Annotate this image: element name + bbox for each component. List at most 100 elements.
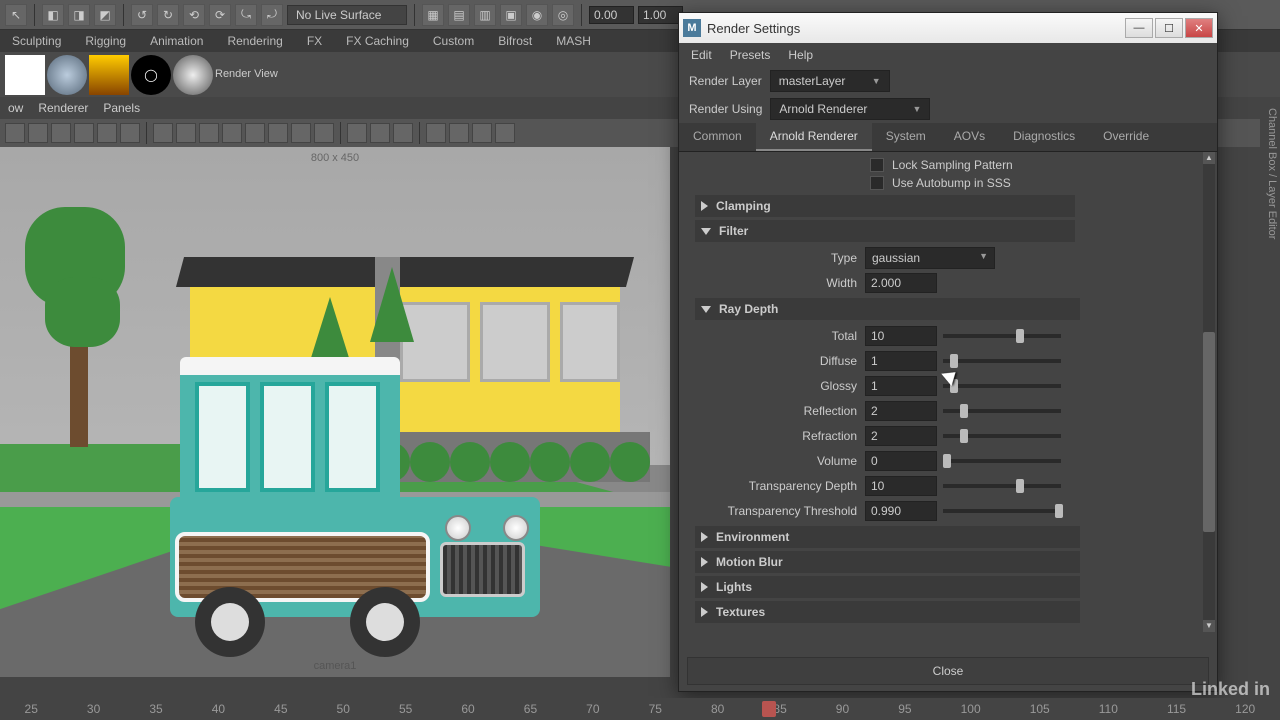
section-textures[interactable]: Textures — [695, 601, 1080, 623]
trans-depth-slider[interactable] — [943, 484, 1061, 488]
vp-btn[interactable] — [495, 123, 515, 143]
vp-btn[interactable] — [370, 123, 390, 143]
panel-menu[interactable]: ow — [8, 101, 23, 115]
shelf-tab[interactable]: Rendering — [215, 30, 294, 52]
vp-btn[interactable] — [120, 123, 140, 143]
vp-btn[interactable] — [153, 123, 173, 143]
tool-icon[interactable]: ⤾ — [261, 4, 283, 26]
volume-slider[interactable] — [943, 459, 1061, 463]
shelf-tab[interactable]: Custom — [421, 30, 486, 52]
shelf-icon[interactable] — [47, 55, 87, 95]
tool-icon[interactable]: ↻ — [157, 4, 179, 26]
diffuse-slider[interactable] — [943, 359, 1061, 363]
vp-btn[interactable] — [449, 123, 469, 143]
glossy-input[interactable] — [865, 376, 937, 396]
refraction-input[interactable] — [865, 426, 937, 446]
tab-system[interactable]: System — [872, 123, 940, 151]
filter-type-dropdown[interactable]: gaussian▼ — [865, 247, 995, 269]
glossy-slider[interactable] — [943, 384, 1061, 388]
section-filter[interactable]: Filter — [695, 220, 1075, 242]
menu-help[interactable]: Help — [788, 48, 813, 62]
tool-icon[interactable]: ▤ — [448, 4, 470, 26]
shelf-tab[interactable]: Sculpting — [0, 30, 73, 52]
vp-btn[interactable] — [176, 123, 196, 143]
trans-thresh-input[interactable] — [865, 501, 937, 521]
tool-icon[interactable]: ◉ — [526, 4, 548, 26]
lock-sampling-checkbox[interactable] — [870, 158, 884, 172]
tab-override[interactable]: Override — [1089, 123, 1163, 151]
menu-presets[interactable]: Presets — [730, 48, 771, 62]
tool-icon[interactable]: ↖ — [5, 4, 27, 26]
live-surface-dropdown[interactable]: No Live Surface — [287, 5, 407, 25]
menu-edit[interactable]: Edit — [691, 48, 712, 62]
vp-btn[interactable] — [393, 123, 413, 143]
scroll-down-icon[interactable]: ▼ — [1203, 620, 1215, 632]
vp-btn[interactable] — [245, 123, 265, 143]
section-lights[interactable]: Lights — [695, 576, 1080, 598]
trans-depth-input[interactable] — [865, 476, 937, 496]
tool-icon[interactable]: ◧ — [42, 4, 64, 26]
reflection-input[interactable] — [865, 401, 937, 421]
dialog-title-bar[interactable]: M Render Settings — ☐ ✕ — [679, 13, 1217, 43]
tool-icon[interactable]: ⟳ — [209, 4, 231, 26]
vp-btn[interactable] — [472, 123, 492, 143]
tool-icon[interactable]: ▦ — [422, 4, 444, 26]
section-clamping[interactable]: Clamping — [695, 195, 1075, 217]
minimize-button[interactable]: — — [1125, 18, 1153, 38]
vp-btn[interactable] — [347, 123, 367, 143]
right-panel-tabs[interactable]: Channel Box / Layer Editor — [1260, 100, 1280, 500]
shelf-icon[interactable]: ◯ — [131, 55, 171, 95]
vp-btn[interactable] — [426, 123, 446, 143]
autobump-checkbox[interactable] — [870, 176, 884, 190]
shelf-tab[interactable]: FX Caching — [334, 30, 421, 52]
close-window-button[interactable]: ✕ — [1185, 18, 1213, 38]
vp-btn[interactable] — [268, 123, 288, 143]
render-view-label[interactable]: Render View — [215, 68, 278, 80]
section-motion-blur[interactable]: Motion Blur — [695, 551, 1080, 573]
tab-aovs[interactable]: AOVs — [940, 123, 999, 151]
section-environment[interactable]: Environment — [695, 526, 1080, 548]
total-slider[interactable] — [943, 334, 1061, 338]
shelf-icon[interactable] — [5, 55, 45, 95]
render-using-dropdown[interactable]: Arnold Renderer▼ — [770, 98, 930, 120]
shelf-tab[interactable]: MASH — [544, 30, 603, 52]
vp-btn[interactable] — [291, 123, 311, 143]
volume-input[interactable] — [865, 451, 937, 471]
panel-menu[interactable]: Renderer — [38, 101, 88, 115]
time-field-a[interactable] — [589, 6, 634, 24]
tool-icon[interactable]: ◨ — [68, 4, 90, 26]
vp-btn[interactable] — [5, 123, 25, 143]
tool-icon[interactable]: ⟲ — [183, 4, 205, 26]
shelf-tab[interactable]: FX — [295, 30, 334, 52]
vp-btn[interactable] — [199, 123, 219, 143]
tab-common[interactable]: Common — [679, 123, 756, 151]
tool-icon[interactable]: ▣ — [500, 4, 522, 26]
filter-width-input[interactable] — [865, 273, 937, 293]
tool-icon[interactable]: ↺ — [131, 4, 153, 26]
total-input[interactable] — [865, 326, 937, 346]
section-ray-depth[interactable]: Ray Depth — [695, 298, 1080, 320]
vp-btn[interactable] — [28, 123, 48, 143]
timeline-cursor[interactable] — [762, 701, 776, 717]
time-field-b[interactable] — [638, 6, 683, 24]
tab-diagnostics[interactable]: Diagnostics — [999, 123, 1089, 151]
scroll-up-icon[interactable]: ▲ — [1203, 152, 1215, 164]
trans-thresh-slider[interactable] — [943, 509, 1061, 513]
shelf-tab[interactable]: Animation — [138, 30, 215, 52]
vp-btn[interactable] — [51, 123, 71, 143]
tool-icon[interactable]: ◎ — [552, 4, 574, 26]
shelf-tab[interactable]: Bifrost — [486, 30, 544, 52]
panel-menu[interactable]: Panels — [103, 101, 140, 115]
vp-btn[interactable] — [222, 123, 242, 143]
viewport-3d[interactable]: 800 x 450 camera1 — [0, 147, 670, 677]
refraction-slider[interactable] — [943, 434, 1061, 438]
reflection-slider[interactable] — [943, 409, 1061, 413]
shelf-icon[interactable] — [89, 55, 129, 95]
vp-btn[interactable] — [314, 123, 334, 143]
shelf-tab[interactable]: Rigging — [73, 30, 138, 52]
render-layer-dropdown[interactable]: masterLayer▼ — [770, 70, 890, 92]
tab-arnold-renderer[interactable]: Arnold Renderer — [756, 123, 872, 151]
tool-icon[interactable]: ⤿ — [235, 4, 257, 26]
tool-icon[interactable]: ◩ — [94, 4, 116, 26]
diffuse-input[interactable] — [865, 351, 937, 371]
